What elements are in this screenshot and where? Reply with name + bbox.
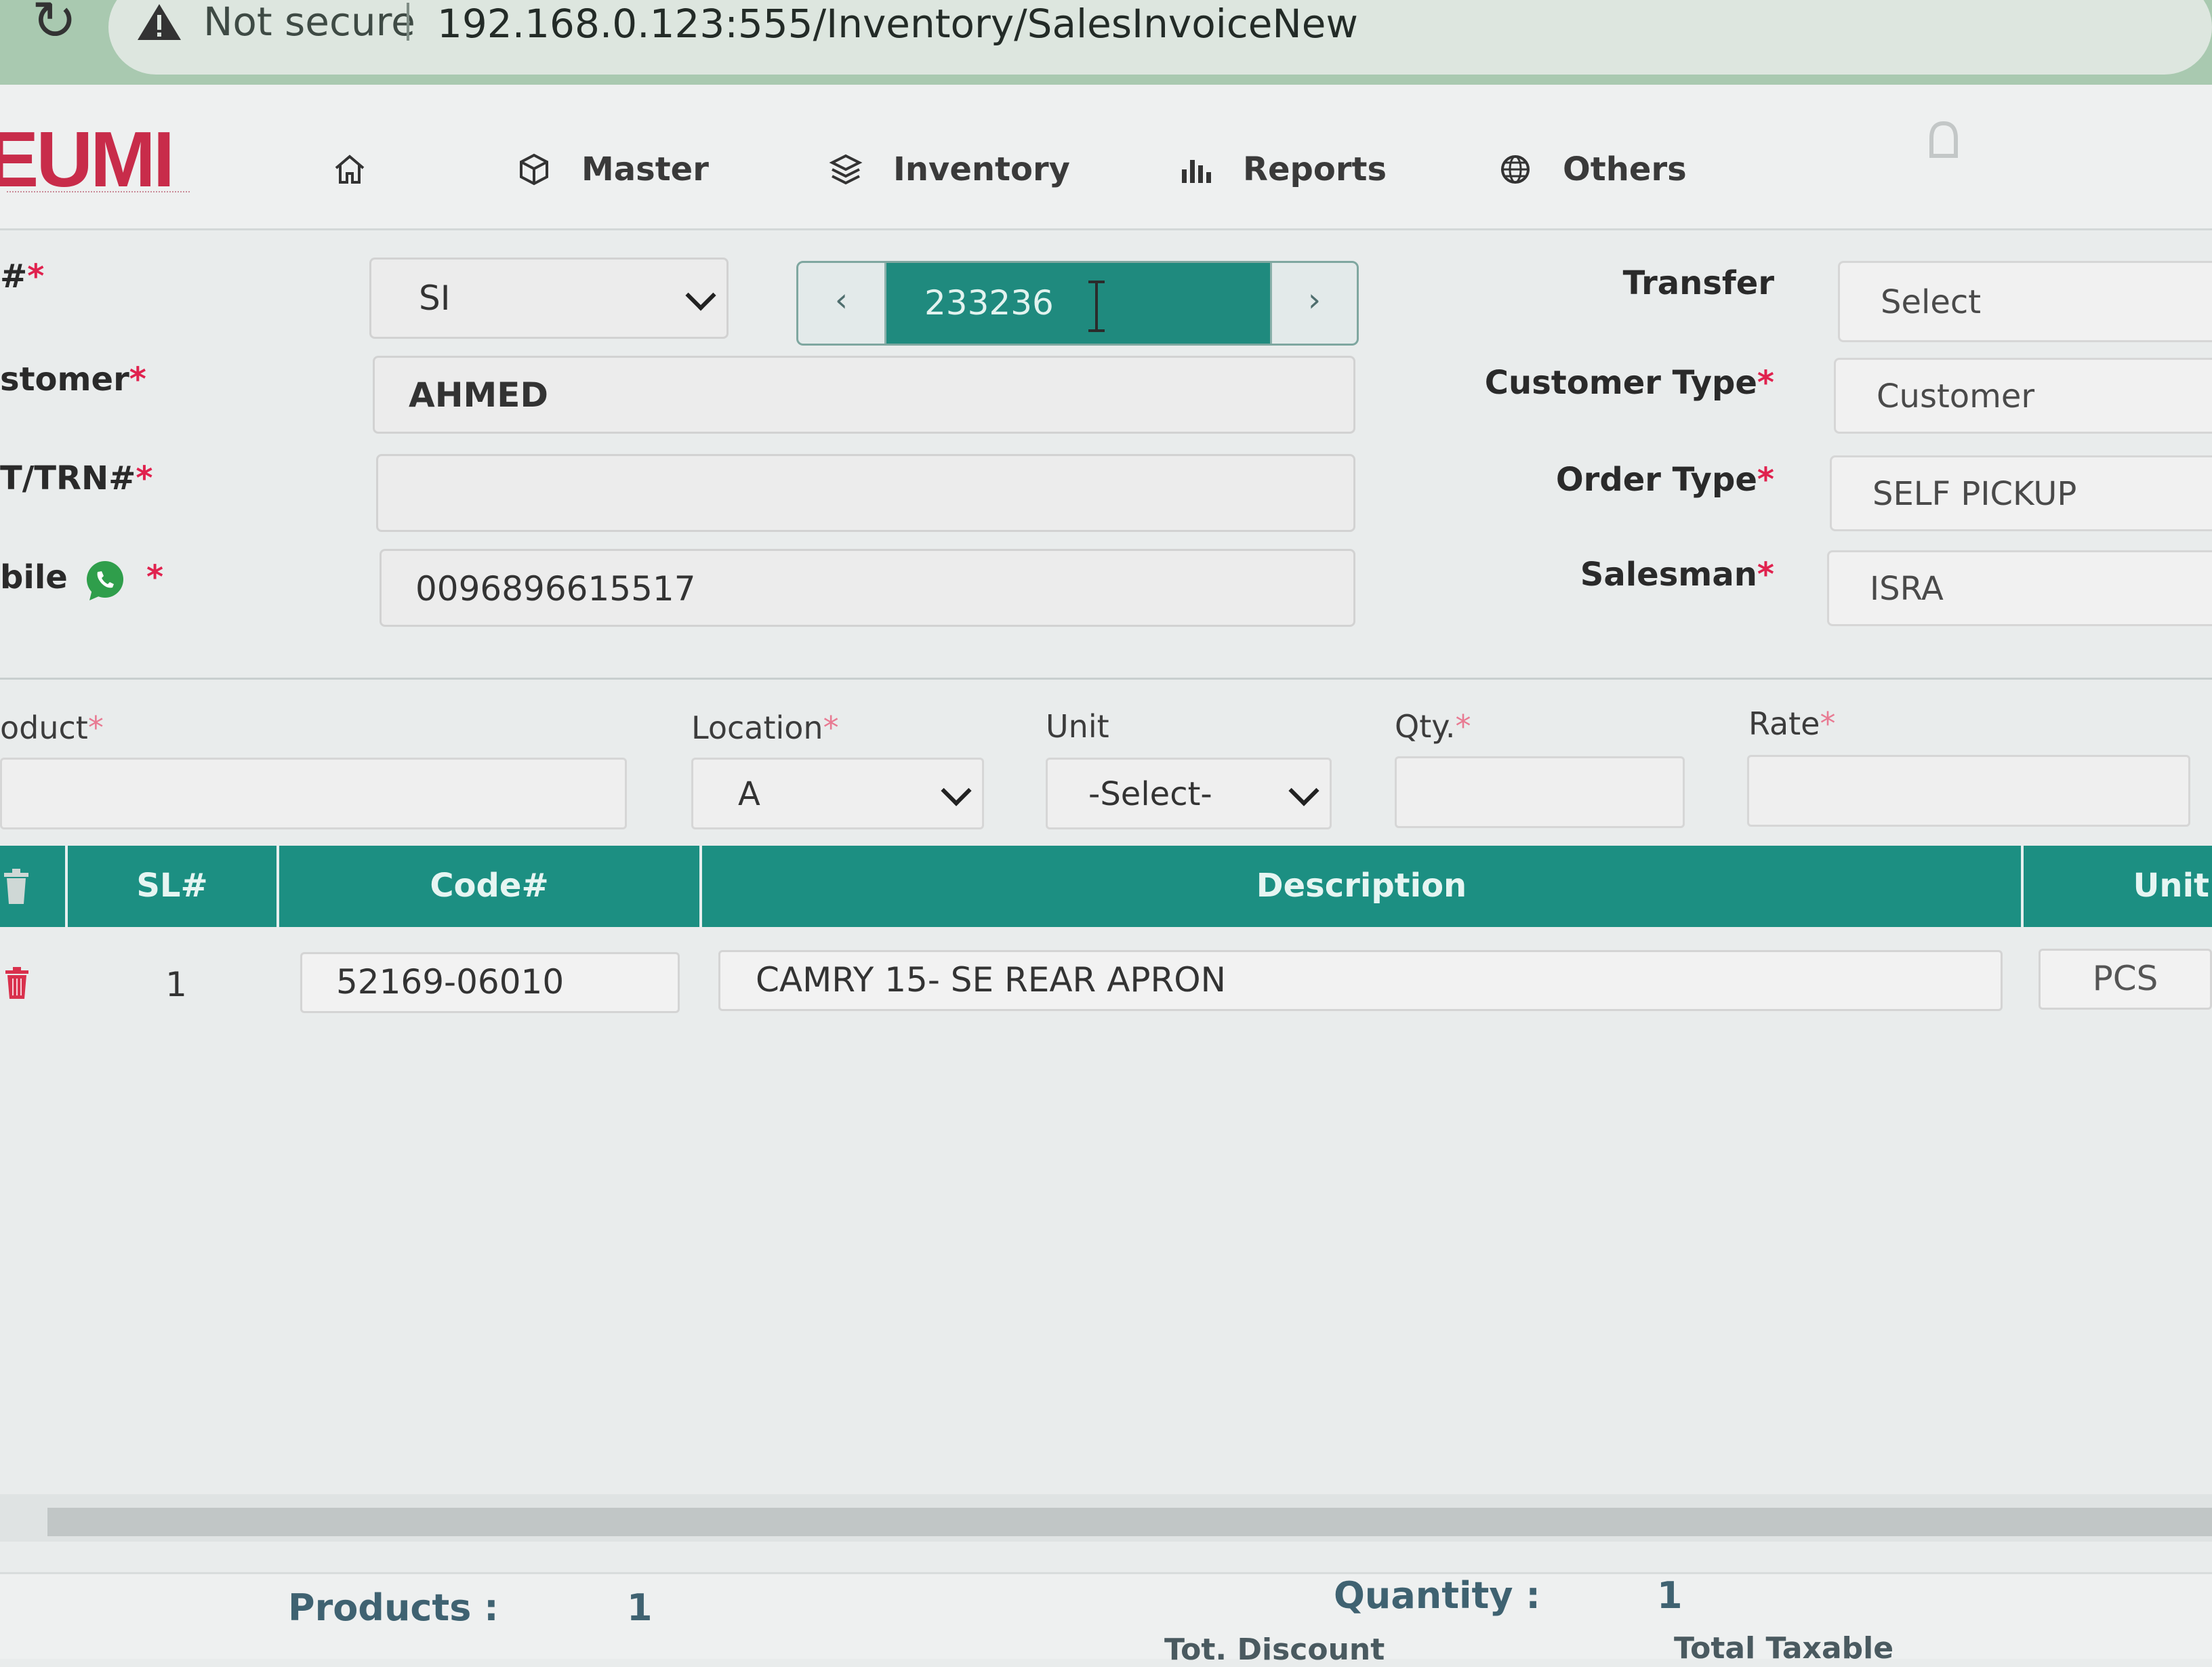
mobile-input[interactable]: 0096896615517: [380, 549, 1355, 627]
transfer-select[interactable]: Select: [1838, 261, 2212, 342]
invoice-prefix-select[interactable]: SI: [369, 258, 729, 339]
order-type-label: Order Type*: [1555, 461, 1774, 499]
mobile-required-mark: *: [146, 558, 164, 596]
security-label[interactable]: Not secure: [203, 0, 415, 47]
customer-label: stomer*: [0, 361, 146, 398]
product-label: oduct*: [0, 709, 104, 746]
prefix-value: SI: [419, 279, 451, 318]
nav-label: Master: [581, 150, 709, 188]
customer-type-select[interactable]: Customer: [1834, 358, 2212, 434]
trn-label: T/TRN#*: [0, 459, 153, 497]
column-header-code[interactable]: Code#: [279, 846, 699, 927]
nav-item-master[interactable]: Master: [516, 139, 709, 200]
nav-label: Reports: [1243, 150, 1387, 188]
column-header-unit[interactable]: Unit: [2024, 846, 2212, 927]
whatsapp-icon: [87, 561, 123, 600]
total-taxable-label: Total Taxable: [1674, 1631, 1894, 1666]
invoice-number-label: #*: [0, 258, 45, 295]
salesman-label: Salesman*: [1580, 556, 1774, 594]
row-description-input[interactable]: CAMRY 15- SE REAR APRON: [718, 950, 2003, 1011]
nav-label: Others: [1563, 150, 1687, 188]
unit-label: Unit: [1046, 708, 1109, 745]
reload-icon[interactable]: ↻: [20, 0, 88, 48]
trash-icon[interactable]: [0, 866, 33, 907]
logo-tagline: [7, 191, 190, 197]
column-header-description[interactable]: Description: [702, 846, 2021, 927]
rate-label: Rate*: [1748, 705, 1836, 742]
nav-item-others[interactable]: Others: [1498, 139, 1687, 200]
globe-icon: [1501, 155, 1530, 184]
order-type-select[interactable]: SELF PICKUP: [1830, 455, 2212, 531]
trn-input[interactable]: [376, 454, 1355, 532]
nav-item-inventory[interactable]: Inventory: [828, 139, 1070, 200]
bar-chart-icon: [1182, 160, 1211, 183]
rate-input[interactable]: [1747, 755, 2190, 827]
location-select[interactable]: A: [691, 758, 984, 829]
qty-input[interactable]: [1395, 756, 1685, 828]
mobile-label: bile: [0, 558, 68, 596]
delete-row-icon[interactable]: [3, 965, 31, 1000]
salesman-select[interactable]: ISRA: [1827, 550, 2212, 626]
quantity-value: 1: [1657, 1574, 1683, 1617]
chevron-down-icon: [941, 775, 972, 806]
invoice-number-input[interactable]: 233236: [886, 263, 1270, 344]
logo[interactable]: EUMI: [0, 119, 175, 200]
quantity-label: Quantity :: [1334, 1574, 1540, 1617]
cube-icon: [520, 153, 548, 186]
nav-item-home[interactable]: [332, 139, 367, 200]
row-unit-input[interactable]: PCS: [2039, 949, 2212, 1010]
unit-select[interactable]: -Select-: [1046, 758, 1332, 829]
scrollbar-thumb[interactable]: [47, 1508, 2212, 1536]
unit-value: -Select-: [1088, 775, 1212, 813]
text-cursor-icon: [1088, 281, 1105, 332]
nav-item-reports[interactable]: Reports: [1178, 139, 1387, 200]
row-sl-cell: 1: [165, 965, 187, 1004]
customer-type-label: Customer Type*: [1484, 364, 1774, 402]
section-divider: [0, 678, 2212, 680]
bell-icon[interactable]: [1923, 115, 1964, 169]
row-code-input[interactable]: 52169-06010: [300, 952, 680, 1013]
product-input[interactable]: [0, 758, 627, 829]
customer-input[interactable]: AHMED: [373, 356, 1355, 434]
location-value: A: [738, 775, 760, 813]
products-count-label: Products :: [288, 1586, 499, 1629]
products-count-value: 1: [627, 1586, 653, 1629]
nav-label: Inventory: [893, 150, 1070, 188]
chevron-down-icon: [1288, 775, 1319, 806]
previous-invoice-button[interactable]: ‹: [798, 263, 886, 344]
transfer-label: Transfer: [1622, 264, 1774, 302]
address-separator: [407, 3, 409, 41]
location-label: Location*: [691, 709, 839, 746]
total-discount-label: Tot. Discount: [1164, 1632, 1385, 1667]
chevron-down-icon: [685, 280, 716, 311]
next-invoice-button[interactable]: ›: [1270, 263, 1357, 344]
home-icon: [335, 155, 365, 184]
layers-icon: [829, 154, 863, 185]
warning-icon[interactable]: [136, 1, 183, 42]
qty-label: Qty.*: [1395, 708, 1471, 745]
column-header-sl[interactable]: SL#: [68, 846, 276, 927]
url-text[interactable]: 192.168.0.123:555/Inventory/SalesInvoice…: [437, 0, 1358, 47]
